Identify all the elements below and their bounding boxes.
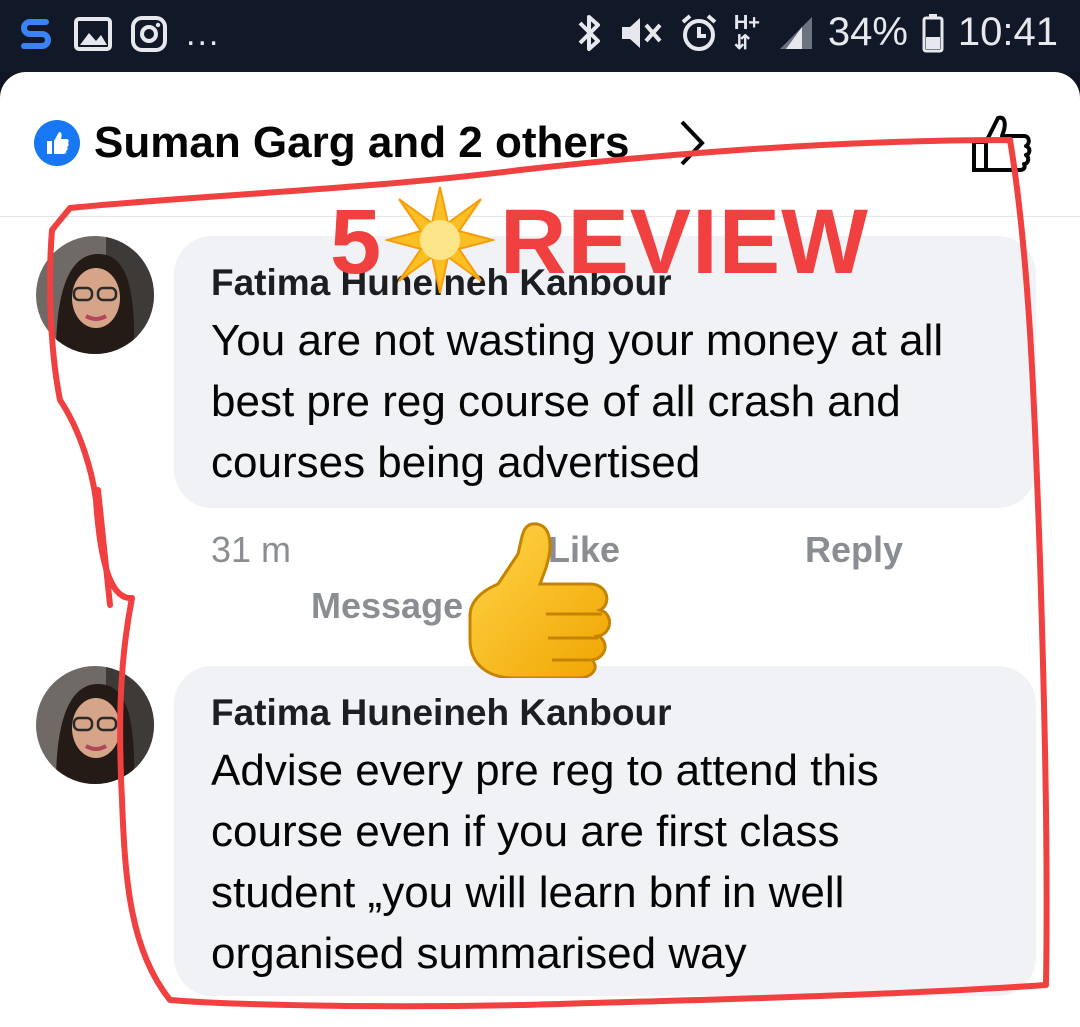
avatar[interactable] [36, 666, 154, 784]
battery-icon [922, 13, 944, 52]
status-bar: ... H+ ⇵ 34% 10:41 [0, 0, 1080, 72]
comment-line: course even if you are first class [211, 807, 840, 856]
review-digit: 5 [330, 191, 383, 293]
thumbs-up-emoji-icon [468, 522, 611, 678]
data-icon: ⇵ [733, 31, 751, 54]
reply-button[interactable]: Reply [805, 529, 903, 571]
star-icon [385, 186, 495, 294]
review-word-text: REVIEW [500, 191, 869, 293]
comment-line: best pre reg course of all crash and [211, 377, 901, 426]
chevron-right-icon[interactable] [676, 118, 706, 168]
network-type: H+ ⇵ [734, 13, 764, 53]
message-button[interactable]: Message [311, 585, 463, 627]
review-annotation: 5 [330, 190, 382, 295]
like-reaction-icon [34, 120, 80, 166]
comment-line: You are not wasting your money at all [211, 316, 944, 365]
battery-percent: 34% [827, 10, 908, 54]
gallery-icon [74, 17, 112, 51]
comment-author[interactable]: Fatima Huneineh Kanbour [211, 692, 671, 734]
status-left: ... [16, 14, 220, 54]
instagram-icon [131, 16, 167, 52]
avatar[interactable] [36, 236, 154, 354]
signal-icon [779, 16, 812, 49]
comment-line: courses being advertised [211, 438, 701, 487]
comment-timestamp: 31 m [211, 529, 292, 570]
comment-text: You are not wasting your money at all be… [211, 310, 943, 493]
clock: 10:41 [957, 10, 1058, 54]
review-word: REVIEW [500, 190, 869, 295]
like-outline-icon[interactable] [968, 112, 1034, 174]
network-type-label: H+ [733, 11, 760, 34]
comment-line: organised summarised way [211, 929, 747, 978]
comment-line: student „you will learn bnf in well [211, 868, 845, 917]
more-notifications: ... [186, 14, 221, 53]
bluetooth-icon [578, 14, 600, 51]
comment-line: Advise every pre reg to attend this [211, 746, 879, 795]
s-app-icon [21, 19, 51, 49]
mute-icon [621, 17, 662, 48]
alarm-icon [681, 13, 717, 51]
reactors-summary[interactable]: Suman Garg and 2 others [94, 118, 629, 168]
status-right: H+ ⇵ 34% 10:41 [576, 10, 1058, 55]
comment-text: Advise every pre reg to attend this cour… [211, 740, 879, 984]
